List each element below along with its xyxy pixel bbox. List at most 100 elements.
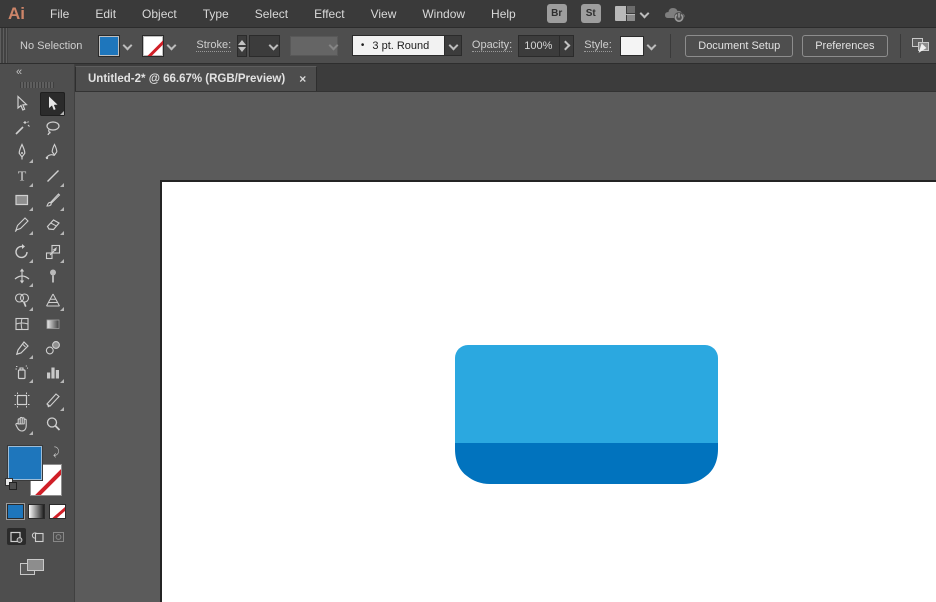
- fill-color-swatch[interactable]: [98, 34, 121, 57]
- fill-proxy-swatch[interactable]: [8, 446, 42, 480]
- eraser-tool[interactable]: [40, 212, 65, 236]
- none-button[interactable]: [49, 504, 66, 519]
- brush-bullet: •: [360, 40, 365, 51]
- brush-definition-chevron[interactable]: [443, 35, 462, 56]
- rectangle-tool[interactable]: [9, 188, 34, 212]
- document-area: Untitled-2* @ 66.67% (RGB/Preview) ×: [75, 64, 936, 602]
- stepper-up-icon[interactable]: [238, 39, 247, 45]
- shape-top-half: [455, 345, 718, 443]
- illustrator-window: Ai File Edit Object Type Select Effect V…: [0, 0, 936, 602]
- flyout-indicator: [29, 183, 33, 187]
- blue-container-shape[interactable]: [455, 345, 718, 485]
- curvature-tool[interactable]: [40, 140, 65, 164]
- blend-tool[interactable]: [40, 336, 65, 360]
- toolbar-grip[interactable]: [20, 82, 54, 88]
- puppet-warp-tool[interactable]: [40, 264, 65, 288]
- tool-grid: T: [9, 92, 65, 436]
- selection-tool[interactable]: [9, 92, 34, 116]
- opacity-label[interactable]: Opacity:: [471, 39, 513, 52]
- perspective-grid-tool[interactable]: [40, 288, 65, 312]
- workspace-switcher[interactable]: [614, 6, 648, 21]
- menu-file[interactable]: File: [37, 7, 82, 21]
- artboard[interactable]: [160, 180, 936, 602]
- panel-dock-icon[interactable]: [910, 35, 932, 57]
- color-button[interactable]: [7, 504, 24, 519]
- document-setup-button[interactable]: Document Setup: [685, 34, 794, 57]
- flyout-indicator: [29, 379, 33, 383]
- flyout-indicator: [29, 283, 33, 287]
- bridge-button[interactable]: Br: [546, 4, 567, 23]
- stroke-none-swatch[interactable]: [142, 34, 165, 57]
- cloud-sync-icon[interactable]: [662, 4, 688, 24]
- eyedropper-tool[interactable]: [9, 336, 34, 360]
- paintbrush-tool[interactable]: [40, 188, 65, 212]
- drawing-modes-row: [7, 528, 68, 545]
- lasso-tool[interactable]: [40, 116, 65, 140]
- stroke-color-dropdown[interactable]: [142, 34, 178, 57]
- menu-select[interactable]: Select: [242, 7, 301, 21]
- width-tool[interactable]: [9, 264, 34, 288]
- flyout-indicator: [60, 379, 64, 383]
- artboard-tool[interactable]: [9, 388, 34, 412]
- svg-text:T: T: [17, 170, 26, 185]
- flyout-indicator: [29, 207, 33, 211]
- style-swatch[interactable]: [619, 35, 644, 56]
- slice-tool[interactable]: [40, 388, 65, 412]
- direct-selection-tool[interactable]: [40, 92, 65, 116]
- line-segment-tool[interactable]: [40, 164, 65, 188]
- brush-definition-field[interactable]: • 3 pt. Round: [351, 35, 444, 56]
- opacity-expand-arrow[interactable]: [559, 35, 573, 56]
- menu-window[interactable]: Window: [409, 7, 478, 21]
- color-mode-row: [7, 504, 66, 519]
- flyout-indicator: [29, 431, 33, 435]
- stroke-weight-label[interactable]: Stroke:: [196, 39, 232, 52]
- gradient-button[interactable]: [28, 504, 45, 519]
- flyout-indicator: [60, 207, 64, 211]
- zoom-tool[interactable]: [40, 412, 65, 436]
- flyout-indicator: [60, 307, 64, 311]
- column-graph-tool[interactable]: [40, 360, 65, 384]
- flyout-indicator: [29, 307, 33, 311]
- menu-edit[interactable]: Edit: [82, 7, 129, 21]
- draw-inside-button: [49, 528, 68, 545]
- gradient-tool[interactable]: [40, 312, 65, 336]
- canvas-pasteboard[interactable]: [75, 92, 936, 602]
- menu-view[interactable]: View: [358, 7, 410, 21]
- toolbar-collapse-button[interactable]: «: [16, 67, 22, 79]
- style-label[interactable]: Style:: [584, 39, 612, 52]
- chevron-down-icon: [167, 42, 175, 50]
- opacity-input[interactable]: [519, 39, 560, 52]
- pen-tool[interactable]: [9, 140, 34, 164]
- stroke-weight-stepper[interactable]: [237, 34, 248, 57]
- preferences-button[interactable]: Preferences: [802, 34, 888, 57]
- magic-wand-tool[interactable]: [9, 116, 34, 140]
- stock-button[interactable]: St: [580, 4, 601, 23]
- default-fill-stroke-icon[interactable]: [5, 478, 18, 491]
- stroke-weight-dropdown[interactable]: [249, 34, 280, 57]
- rotate-tool[interactable]: [9, 240, 34, 264]
- variable-width-profile-dropdown: [289, 35, 338, 56]
- scale-tool[interactable]: [40, 240, 65, 264]
- type-tool[interactable]: T: [9, 164, 34, 188]
- shaper-tool[interactable]: [9, 212, 34, 236]
- shape-builder-tool[interactable]: [9, 288, 34, 312]
- symbol-sprayer-tool[interactable]: [9, 360, 34, 384]
- stepper-down-icon[interactable]: [238, 46, 247, 52]
- fill-color-dropdown[interactable]: [98, 34, 134, 57]
- swap-fill-stroke-icon[interactable]: [53, 444, 66, 457]
- menu-effect[interactable]: Effect: [301, 7, 357, 21]
- draw-normal-button[interactable]: [7, 528, 26, 545]
- menu-type[interactable]: Type: [190, 7, 242, 21]
- tab-close-icon[interactable]: ×: [299, 72, 306, 86]
- brush-definition-combo[interactable]: • 3 pt. Round: [351, 35, 462, 56]
- controlbar-grip[interactable]: [0, 28, 8, 63]
- menu-help[interactable]: Help: [478, 7, 529, 21]
- menu-object[interactable]: Object: [129, 7, 190, 21]
- document-tab[interactable]: Untitled-2* @ 66.67% (RGB/Preview) ×: [75, 66, 318, 91]
- style-dropdown[interactable]: [619, 35, 658, 57]
- hand-tool[interactable]: [9, 412, 34, 436]
- tools-panel: « T ⤸: [0, 64, 75, 602]
- mesh-tool[interactable]: [9, 312, 34, 336]
- draw-behind-button[interactable]: [28, 528, 47, 545]
- screen-mode-icon[interactable]: [20, 557, 46, 577]
